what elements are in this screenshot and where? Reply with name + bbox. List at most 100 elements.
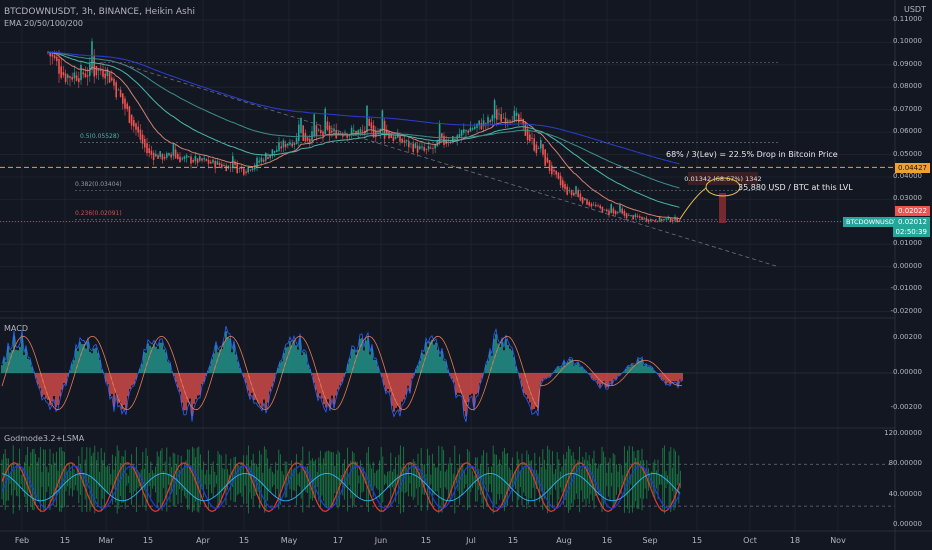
candle-body [665,218,667,220]
macd-histogram-bar [133,373,135,385]
candle-body [496,109,498,120]
macd-histogram-bar [59,373,61,397]
candle-body [491,115,494,122]
candle-body [463,129,465,133]
macd-histogram-bar [107,373,109,385]
chart-canvas[interactable]: 0.01342 (68.67%) 1342 [0,0,932,550]
macd-histogram-bar [289,341,291,373]
candle-body [590,203,593,207]
candle-body [397,133,399,138]
macd-histogram-bar [181,373,183,403]
candle-body [117,89,120,91]
symbol-legend[interactable]: BTCDOWNUSDT, 3h, BINANCE, Heikin Ashi [4,7,195,17]
candle-body [267,156,269,159]
currency-label: USDT [904,5,926,14]
btc-level-annotation[interactable]: 35,880 USD / BTC at this LVL [738,183,853,192]
price-tick-label: 0.10000 [893,37,922,46]
candle-body [612,208,615,214]
macd-histogram-bar [609,373,611,382]
candle-body [315,125,318,136]
macd-histogram-bar [329,373,331,407]
ema-legend[interactable]: EMA 20/50/100/200 [4,19,83,28]
macd-histogram-bar [417,365,419,373]
macd-histogram-bar [295,345,297,373]
macd-histogram-bar [327,373,329,400]
macd-histogram-bar [55,373,57,408]
macd-histogram-bar [475,373,477,395]
last-price-badge: 0.02022 [895,206,930,216]
time-tick-label: 16 [601,536,613,545]
candle-body [592,204,595,206]
candle-body [317,129,320,131]
candle-body [113,79,115,86]
candle-body [249,169,252,171]
price-tick-label: -0.00200 [890,403,922,412]
macd-histogram-bar [541,373,543,382]
price-tick-label: 0.11000 [893,14,922,23]
time-tick-label: 18 [789,536,801,545]
price-tick-label: 0.06000 [893,127,922,136]
price-tick-label: 0.00000 [893,520,922,529]
candle-body [555,170,557,175]
macd-histogram-bar [333,373,335,405]
candles [47,38,681,224]
candle-body [628,214,630,216]
candle-body [553,169,555,172]
candle-body [146,143,148,154]
candle-body [221,164,223,168]
candle-body [130,114,133,126]
macd-histogram-bar [115,373,117,393]
price-tick-label: 0.03000 [893,194,922,203]
macd-histogram-bar [645,364,647,373]
macd-legend[interactable]: MACD [4,324,28,333]
macd-histogram-bar [433,344,435,373]
candle-body [148,148,150,154]
fib-top-label: 0.5(0.05528) [80,133,120,140]
macd-histogram-bar [635,365,637,373]
candle-body [185,155,188,158]
candle-body [467,130,469,133]
candle-body [606,209,608,212]
macd-histogram-bar [399,373,401,412]
macd-histogram-bar [129,373,131,389]
macd-histogram-bar [127,373,129,397]
macd-histogram-bar [465,373,467,417]
measure-tool[interactable]: 0.01342 (68.67%) 1342 [679,172,762,223]
candle-body [133,120,135,127]
candle-body [520,118,522,120]
candle-body [183,156,186,159]
macd-histogram-bar [321,373,323,399]
macd-histogram-bar [665,373,667,384]
macd-histogram-bar [291,345,293,373]
macd-histogram-bar [191,373,193,417]
macd-histogram-bar [51,373,53,402]
macd-histogram-bar [679,373,681,380]
macd-histogram-bar [669,373,671,385]
candle-body [331,130,333,133]
candle-body [86,75,89,77]
macd-histogram-bar [649,366,651,373]
macd-histogram-bar [95,347,97,373]
candle-body [353,130,355,132]
price-tick-label: 0.08000 [893,82,922,91]
candle-body [405,140,408,142]
macd-histogram-bar [477,373,479,393]
macd-histogram-bar [637,359,639,373]
candle-body [489,120,491,123]
candle-body [282,140,285,148]
macd-histogram-bar [677,373,679,387]
candle-body [471,128,474,130]
macd-histogram-bar [557,366,559,373]
price-tick-label: 0.07000 [893,104,922,113]
macd-histogram-bar [193,373,195,404]
candle-body [190,156,192,164]
macd-histogram-bar [681,373,683,381]
macd-histogram-bar [39,373,41,389]
time-tick-label: 15 [59,536,71,545]
drop-annotation[interactable]: 68% / 3(Lev) = 22.5% Drop in Bitcoin Pri… [666,150,838,159]
candle-body [295,138,298,145]
godmode-legend[interactable]: Godmode3.2+LSMA [4,434,84,443]
candle-body [306,137,309,141]
macd-histogram-bar [19,346,21,373]
candle-body [60,66,62,78]
